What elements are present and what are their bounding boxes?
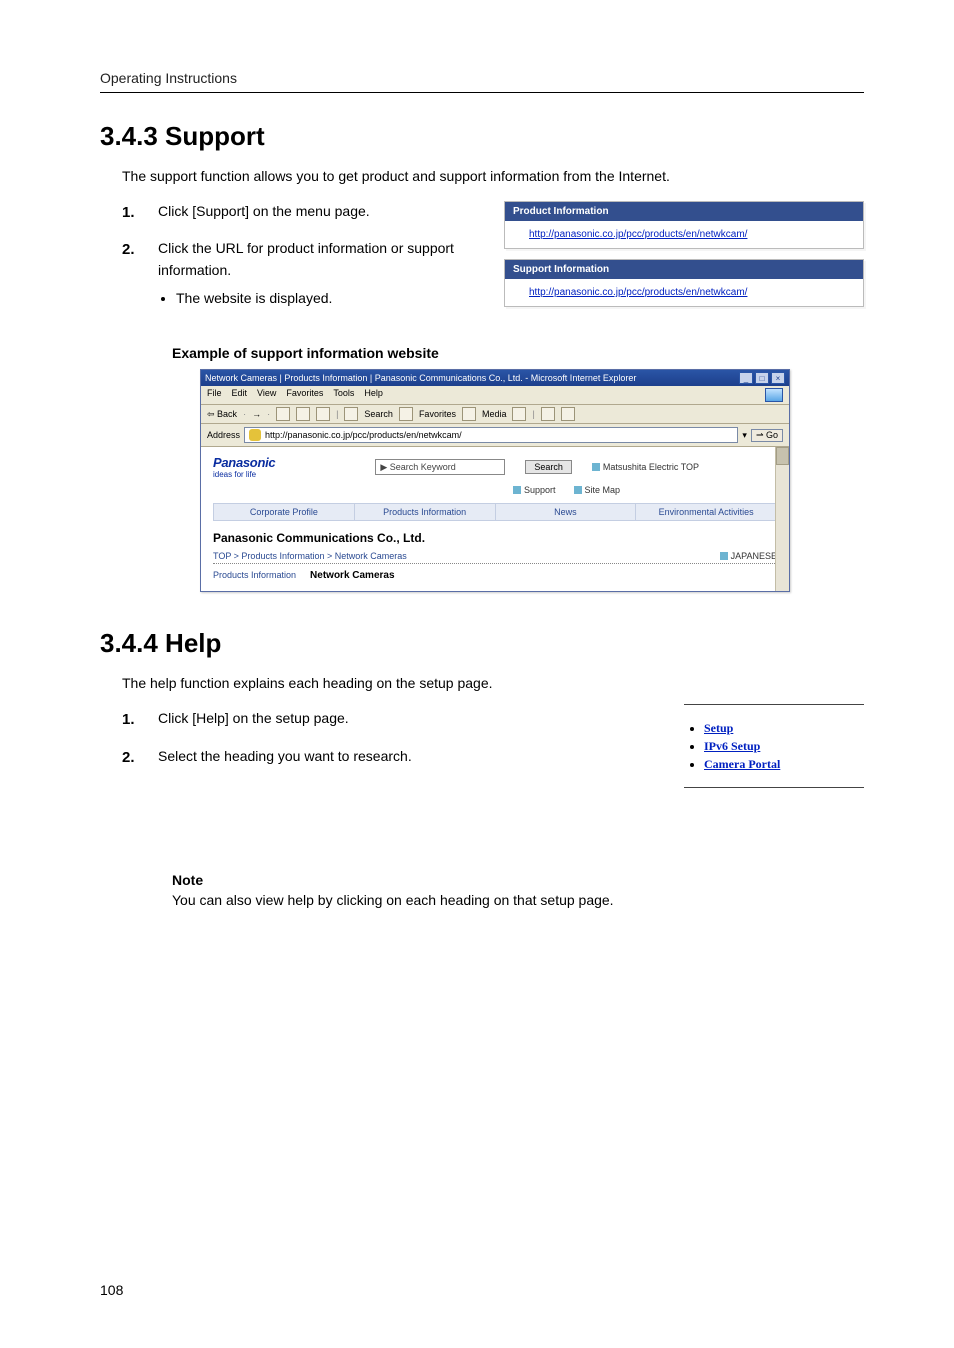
media-icon[interactable] (462, 407, 476, 421)
browser-window: Network Cameras | Products Information |… (200, 369, 790, 592)
refresh-icon[interactable] (296, 407, 310, 421)
menu-view[interactable]: View (257, 388, 276, 402)
address-url: http://panasonic.co.jp/pcc/products/en/n… (265, 430, 462, 440)
company-name: Panasonic Communications Co., Ltd. (213, 531, 777, 545)
address-bar: Address http://panasonic.co.jp/pcc/produ… (201, 424, 789, 447)
print-icon[interactable] (561, 407, 575, 421)
support-steps: 1. Click [Support] on the menu page. 2. … (122, 201, 482, 309)
step-text: Click the URL for product information or… (158, 240, 454, 278)
go-button[interactable]: ⇀ Go (751, 429, 783, 442)
help-intro: The help function explains each heading … (122, 673, 864, 694)
toolbar-search-label[interactable]: Search (364, 409, 393, 419)
toolbar-media-label[interactable]: Media (482, 409, 507, 419)
support-link[interactable]: Support (524, 485, 556, 495)
window-title: Network Cameras | Products Information |… (205, 373, 636, 383)
tab-news[interactable]: News (496, 504, 637, 520)
brand-logo: Panasonic (213, 455, 275, 470)
support-info-panel: Support Information http://panasonic.co.… (504, 259, 864, 307)
mail-icon[interactable] (541, 407, 555, 421)
section-title: Network Cameras (310, 570, 394, 581)
forward-button[interactable]: → (252, 409, 261, 419)
scroll-thumb[interactable] (776, 447, 789, 465)
step-subtext: The website is displayed. (176, 288, 482, 310)
search-icon[interactable] (344, 407, 358, 421)
step-text: Click [Support] on the menu page. (158, 201, 482, 224)
tab-products[interactable]: Products Information (355, 504, 496, 520)
history-icon[interactable] (512, 407, 526, 421)
address-label: Address (207, 430, 240, 440)
scrollbar[interactable] (775, 447, 789, 591)
support-info-link[interactable]: http://panasonic.co.jp/pcc/products/en/n… (505, 279, 863, 306)
note-block: Note You can also view help by clicking … (172, 872, 864, 908)
matsushita-link[interactable]: Matsushita Electric TOP (603, 462, 699, 472)
address-dropdown-icon[interactable]: ▾ (742, 430, 747, 441)
step-text: Click [Help] on the setup page. (158, 708, 482, 731)
toolbar-favorites-label[interactable]: Favorites (419, 409, 456, 419)
page-number: 108 (100, 1282, 123, 1298)
help-link-setup[interactable]: Setup (704, 721, 733, 735)
heading-help: 3.4.4 Help (100, 628, 864, 659)
note-text: You can also view help by clicking on ea… (172, 892, 864, 908)
japanese-link[interactable]: JAPANESE (731, 551, 777, 561)
menu-favorites[interactable]: Favorites (286, 388, 323, 402)
help-link-camera-portal[interactable]: Camera Portal (704, 757, 780, 771)
site-search-button[interactable]: Search (525, 460, 572, 474)
support-intro: The support function allows you to get p… (122, 166, 864, 187)
site-search-input[interactable]: ▶ Search Keyword (375, 459, 505, 475)
help-steps: 1. Click [Help] on the setup page. 2. Se… (122, 708, 482, 769)
panel-rule (684, 787, 864, 788)
section-label: Products Information (213, 570, 296, 581)
home-icon[interactable] (316, 407, 330, 421)
site-tabs: Corporate Profile Products Information N… (213, 503, 777, 521)
header-rule (100, 92, 864, 93)
stop-icon[interactable] (276, 407, 290, 421)
window-titlebar: Network Cameras | Products Information |… (201, 370, 789, 386)
page-viewport: Panasonic ideas for life ▶ Search Keywor… (201, 447, 789, 591)
support-info-title: Support Information (505, 260, 863, 279)
running-header: Operating Instructions (100, 70, 864, 86)
step-number: 2. (122, 238, 140, 309)
step-number: 1. (122, 708, 140, 731)
menu-tools[interactable]: Tools (333, 388, 354, 402)
breadcrumb[interactable]: TOP > Products Information > Network Cam… (213, 551, 407, 561)
menu-file[interactable]: File (207, 388, 222, 402)
tab-environmental[interactable]: Environmental Activities (636, 504, 776, 520)
example-label: Example of support information website (172, 345, 864, 361)
help-link-ipv6[interactable]: IPv6 Setup (704, 739, 760, 753)
step-number: 1. (122, 201, 140, 224)
step-text: Select the heading you want to research. (158, 746, 482, 769)
step-number: 2. (122, 746, 140, 769)
page-icon (249, 429, 261, 441)
address-field[interactable]: http://panasonic.co.jp/pcc/products/en/n… (244, 427, 738, 443)
product-info-panel: Product Information http://panasonic.co.… (504, 201, 864, 249)
brand-tagline: ideas for life (213, 470, 275, 479)
product-info-title: Product Information (505, 202, 863, 221)
close-icon[interactable]: × (771, 372, 785, 384)
menu-bar: File Edit View Favorites Tools Help (201, 386, 789, 405)
menu-help[interactable]: Help (364, 388, 383, 402)
maximize-icon[interactable]: □ (755, 372, 769, 384)
minimize-icon[interactable]: _ (739, 372, 753, 384)
help-links-panel: Setup IPv6 Setup Camera Portal (674, 704, 864, 788)
menu-edit[interactable]: Edit (232, 388, 248, 402)
toolbar: ⇦ Back · → · | Search Favorites Media | (201, 405, 789, 424)
favorites-icon[interactable] (399, 407, 413, 421)
note-title: Note (172, 872, 864, 888)
heading-support: 3.4.3 Support (100, 121, 864, 152)
product-info-link[interactable]: http://panasonic.co.jp/pcc/products/en/n… (505, 221, 863, 248)
sitemap-link[interactable]: Site Map (585, 485, 621, 495)
back-button[interactable]: ⇦ Back (207, 409, 237, 420)
tab-corporate[interactable]: Corporate Profile (214, 504, 355, 520)
panel-rule (684, 704, 864, 705)
dotted-rule (213, 563, 777, 564)
ie-logo-icon (765, 388, 783, 402)
